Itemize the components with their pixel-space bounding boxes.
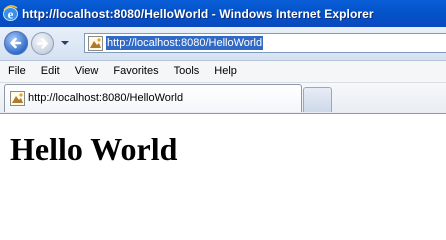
menu-bar: File Edit View Favorites Tools Help [0,61,446,83]
menu-tools[interactable]: Tools [166,61,207,82]
menu-favorites[interactable]: Favorites [105,61,165,82]
page-icon [10,91,25,106]
menu-view[interactable]: View [67,61,106,82]
svg-text:e: e [8,7,14,22]
window-title: http://localhost:8080/HelloWorld - Windo… [22,6,374,21]
tab-label: http://localhost:8080/HelloWorld [28,92,184,104]
menu-help[interactable]: Help [206,61,244,82]
recent-pages-dropdown[interactable] [60,39,70,47]
address-bar[interactable]: http://localhost:8080/HelloWorld [84,33,446,53]
page-heading: Hello World [10,131,178,167]
menu-file[interactable]: File [0,61,33,82]
back-arrow-icon [10,37,22,49]
tab-hello-world[interactable]: http://localhost:8080/HelloWorld [4,84,302,112]
address-input[interactable]: http://localhost:8080/HelloWorld [106,36,264,50]
forward-button[interactable] [31,32,54,55]
new-tab-button[interactable] [303,87,332,112]
ie-icon: e [3,5,18,22]
page-content: Hello World [0,114,446,240]
window-title-bar[interactable]: e http://localhost:8080/HelloWorld - Win… [0,0,446,27]
tab-strip: http://localhost:8080/HelloWorld [0,83,446,114]
menu-edit[interactable]: Edit [33,61,67,82]
page-icon [88,36,103,51]
forward-arrow-icon [36,38,48,49]
back-button[interactable] [4,31,28,55]
navigation-bar: http://localhost:8080/HelloWorld [0,27,446,61]
